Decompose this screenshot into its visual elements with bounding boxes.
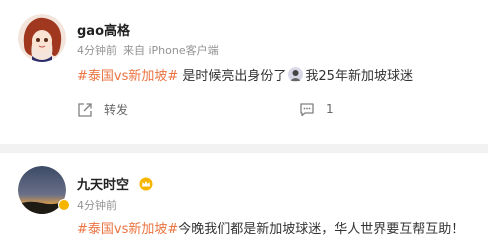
comment-button[interactable]: 1 — [299, 101, 334, 117]
mention-avatar-icon — [288, 67, 304, 82]
post-content: #泰国vs新加坡#今晚我们都是新加坡球迷，华人世界要互帮互助！ — [77, 218, 464, 237]
verified-badge-icon — [58, 199, 70, 211]
post-text-continued: 我25年新加坡球迷 — [305, 69, 413, 84]
post-time[interactable]: 4分钟前 — [77, 199, 117, 212]
post-divider — [0, 144, 488, 153]
comment-count: 1 — [326, 102, 334, 116]
share-square-icon — [78, 102, 92, 117]
topic-link[interactable]: #泰国vs新加坡# — [77, 222, 178, 237]
post-card: 九天时空 4分钟前 #泰国vs新加坡#今晚我们都是新加坡球迷，华人世界要互帮互助… — [0, 158, 488, 249]
topic-link[interactable]: #泰国vs新加坡# — [77, 69, 178, 84]
username[interactable]: gao高格 — [77, 20, 130, 39]
post-meta: 4分钟前 来自 iPhone客户端 — [77, 42, 219, 58]
post-actions: 转发 1 — [77, 101, 477, 121]
post-source: 来自 iPhone客户端 — [123, 44, 219, 57]
post-card: gao高格 4分钟前 来自 iPhone客户端 #泰国vs新加坡# 是时候亮出身份… — [0, 0, 488, 150]
post-meta: 4分钟前 — [77, 197, 117, 213]
user-avatar[interactable] — [18, 14, 66, 62]
forward-button[interactable]: 转发 — [77, 101, 128, 118]
post-text: 是时候亮出身份了 — [178, 69, 287, 84]
crown-icon — [138, 177, 154, 195]
post-time[interactable]: 4分钟前 — [77, 44, 117, 57]
post-content: #泰国vs新加坡# 是时候亮出身份了 我25年新加坡球迷 — [77, 65, 413, 84]
comment-icon — [300, 103, 314, 117]
post-text: 今晚我们都是新加坡球迷，华人世界要互帮互助！ — [178, 222, 465, 237]
username-link[interactable]: 九天时空 — [77, 178, 129, 193]
forward-label: 转发 — [104, 103, 129, 117]
username: 九天时空 — [77, 174, 154, 195]
